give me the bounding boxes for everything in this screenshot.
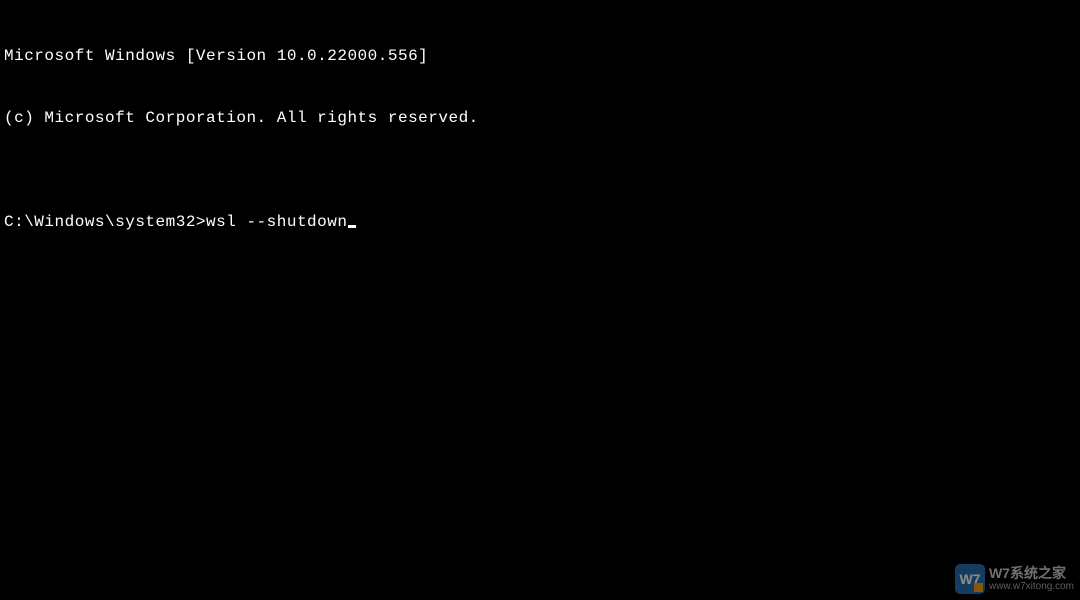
watermark-logo-corner-icon <box>974 583 983 592</box>
watermark-title: W7系统之家 <box>989 566 1074 581</box>
command-line[interactable]: C:\Windows\system32>wsl --shutdown <box>4 212 1076 233</box>
prompt-text: C:\Windows\system32> <box>4 212 206 233</box>
version-line: Microsoft Windows [Version 10.0.22000.55… <box>4 46 1076 67</box>
cursor-icon <box>348 225 356 228</box>
copyright-line: (c) Microsoft Corporation. All rights re… <box>4 108 1076 129</box>
watermark-text-block: W7系统之家 www.w7xitong.com <box>989 566 1074 592</box>
watermark-logo-icon: W7 <box>955 564 985 594</box>
terminal-output[interactable]: Microsoft Windows [Version 10.0.22000.55… <box>0 0 1080 258</box>
command-input[interactable]: wsl --shutdown <box>206 212 347 233</box>
watermark-url: www.w7xitong.com <box>989 581 1074 592</box>
watermark: W7 W7系统之家 www.w7xitong.com <box>955 564 1074 594</box>
